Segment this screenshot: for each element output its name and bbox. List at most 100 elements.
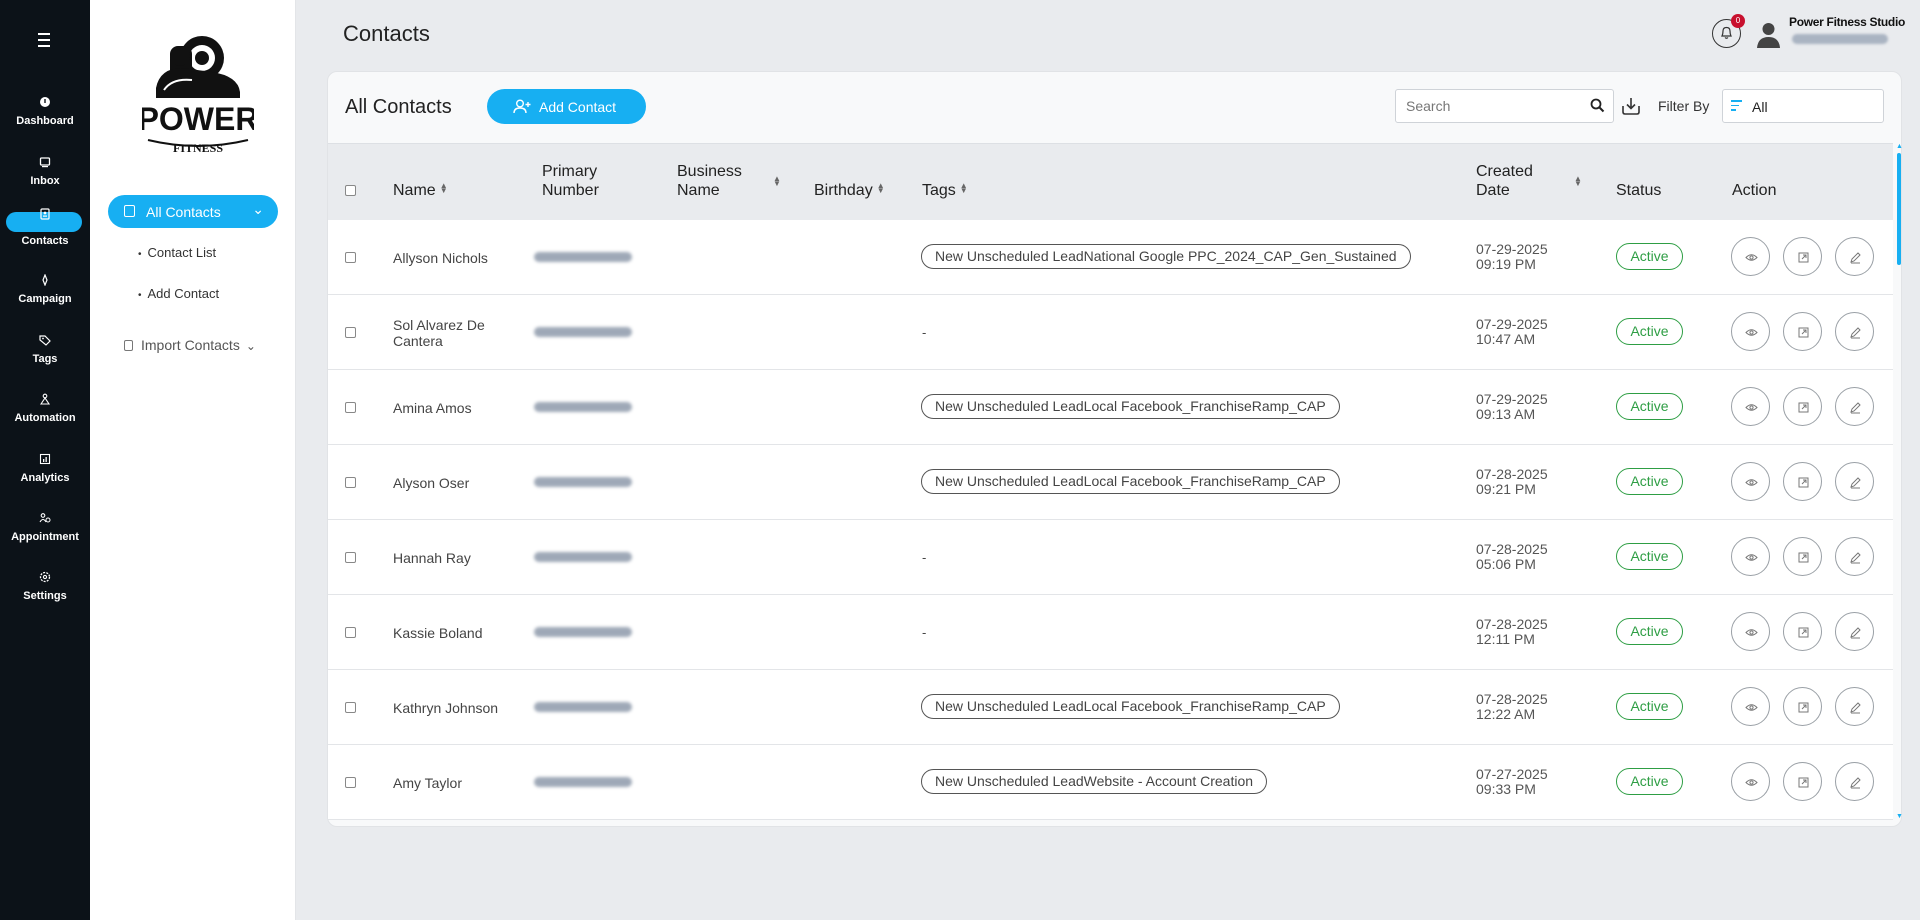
import-contacts-menu[interactable]: Import Contacts ⌄ — [124, 337, 256, 353]
user-avatar-icon[interactable] — [1756, 21, 1781, 49]
table-row[interactable]: Amina Amos New Unscheduled LeadLocal Fac… — [328, 370, 1893, 445]
column-header-business-name[interactable]: Business Name — [677, 162, 742, 200]
nav-item-appointment[interactable]: Appointment — [6, 508, 84, 554]
sort-icon[interactable]: ▲ ▼ — [773, 175, 781, 188]
view-button[interactable] — [1731, 537, 1770, 576]
column-header-tags[interactable]: Tags ▲ ▼ — [922, 181, 968, 200]
row-checkbox[interactable] — [345, 402, 356, 413]
nav-item-tags[interactable]: Tags — [6, 330, 84, 376]
nav-item-analytics[interactable]: Analytics — [6, 449, 84, 495]
add-contact-button[interactable]: Add Contact — [487, 89, 646, 124]
edit-button[interactable] — [1835, 612, 1874, 651]
row-checkbox[interactable] — [345, 252, 356, 263]
add-contact-link[interactable]: Add Contact — [138, 286, 220, 301]
nav-label: Appointment — [11, 531, 79, 543]
edit-button[interactable] — [1835, 687, 1874, 726]
status-badge: Active — [1616, 243, 1683, 270]
row-checkbox[interactable] — [345, 477, 356, 488]
table-row[interactable]: Allyson Nichols New Unscheduled LeadNati… — [328, 220, 1893, 295]
contact-name[interactable]: Sol Alvarez De Cantera — [393, 317, 485, 349]
row-checkbox[interactable] — [345, 552, 356, 563]
created-date: 07-29-2025 10:47 AM — [1476, 316, 1548, 347]
contact-name[interactable]: Kassie Boland — [393, 625, 483, 641]
open-button[interactable] — [1783, 312, 1822, 351]
contact-name[interactable]: Hannah Ray — [393, 550, 471, 566]
edit-button[interactable] — [1835, 462, 1874, 501]
contacts-subnav: POWER FITNESS All Contacts ⌄ Contact Lis… — [90, 0, 296, 920]
table-scrollbar[interactable]: ▲ ▼ — [1896, 143, 1903, 823]
table-row[interactable]: Kathryn Johnson New Unscheduled LeadLoca… — [328, 670, 1893, 745]
automation-icon — [39, 393, 51, 405]
column-header-birthday[interactable]: Birthday ▲ ▼ — [814, 181, 885, 200]
select-all-checkbox[interactable] — [345, 185, 356, 196]
contact-name[interactable]: Allyson Nichols — [393, 250, 488, 266]
open-button[interactable] — [1783, 387, 1822, 426]
edit-button[interactable] — [1835, 762, 1874, 801]
nav-item-contacts[interactable]: Contacts — [6, 204, 84, 250]
view-button[interactable] — [1731, 762, 1770, 801]
column-header-name[interactable]: Name ▲ ▼ — [393, 181, 448, 200]
edit-button[interactable] — [1835, 312, 1874, 351]
menu-toggle-icon[interactable] — [33, 33, 55, 51]
nav-item-dashboard[interactable]: Dashboard — [6, 92, 84, 138]
contact-name[interactable]: Kathryn Johnson — [393, 700, 498, 716]
open-button[interactable] — [1783, 762, 1822, 801]
pencil-icon — [1850, 552, 1861, 564]
open-button[interactable] — [1783, 537, 1822, 576]
contact-name[interactable]: Amy Taylor — [393, 775, 462, 791]
view-button[interactable] — [1731, 462, 1770, 501]
all-contacts-menu[interactable]: All Contacts ⌄ — [108, 195, 278, 228]
add-contact-label: Add Contact — [539, 99, 617, 115]
contact-name[interactable]: Amina Amos — [393, 400, 472, 416]
nav-item-campaign[interactable]: Campaign — [6, 270, 84, 316]
open-button[interactable] — [1783, 462, 1822, 501]
open-button[interactable] — [1783, 612, 1822, 651]
edit-button[interactable] — [1835, 237, 1874, 276]
view-button[interactable] — [1731, 387, 1770, 426]
edit-button[interactable] — [1835, 537, 1874, 576]
scroll-down-arrow-icon[interactable]: ▼ — [1896, 813, 1903, 820]
edit-button[interactable] — [1835, 387, 1874, 426]
open-button[interactable] — [1783, 687, 1822, 726]
pencil-icon — [1850, 402, 1861, 414]
contact-list-link[interactable]: Contact List — [138, 245, 217, 260]
nav-item-inbox[interactable]: Inbox — [6, 152, 84, 198]
main-navigation: Dashboard Inbox Contacts Campaign Tags A… — [0, 0, 90, 920]
created-date: 07-28-2025 12:11 PM — [1476, 616, 1548, 647]
open-button[interactable] — [1783, 237, 1822, 276]
scrollbar-thumb[interactable] — [1897, 153, 1901, 265]
nav-item-automation[interactable]: Automation — [6, 389, 84, 435]
tag-chip: New Unscheduled LeadLocal Facebook_Franc… — [921, 394, 1340, 419]
view-button[interactable] — [1731, 687, 1770, 726]
table-row[interactable]: Kassie Boland - 07-28-2025 12:11 PM Activ… — [328, 595, 1893, 670]
view-button[interactable] — [1731, 312, 1770, 351]
scroll-up-arrow-icon[interactable]: ▲ — [1896, 143, 1903, 150]
row-checkbox[interactable] — [345, 777, 356, 788]
download-icon[interactable] — [1621, 96, 1641, 121]
user-name[interactable]: Power Fitness Studio — [1789, 15, 1905, 29]
pencil-icon — [1850, 702, 1861, 714]
table-row[interactable]: Alyson Oser New Unscheduled LeadLocal Fa… — [328, 445, 1893, 520]
column-header-created-date[interactable]: Created Date — [1476, 162, 1533, 200]
search-icon[interactable] — [1590, 98, 1605, 118]
filter-select[interactable]: All — [1722, 89, 1884, 123]
svg-text:POWER: POWER — [142, 101, 254, 137]
view-button[interactable] — [1731, 237, 1770, 276]
table-row[interactable]: Amy Taylor New Unscheduled LeadWebsite -… — [328, 745, 1893, 820]
eye-icon — [1745, 554, 1758, 561]
table-row[interactable]: Hannah Ray - 07-28-2025 05:06 PM Active — [328, 520, 1893, 595]
sort-icon[interactable]: ▲ ▼ — [1574, 175, 1582, 188]
nav-item-settings[interactable]: Settings — [6, 567, 84, 613]
notification-count-badge: 0 — [1731, 14, 1745, 28]
table-row[interactable]: Sol Alvarez De Cantera - 07-29-2025 10:47 … — [328, 295, 1893, 370]
row-checkbox[interactable] — [345, 627, 356, 638]
sort-icon: ▲ ▼ — [876, 181, 885, 195]
nav-label: Dashboard — [16, 115, 74, 127]
row-checkbox[interactable] — [345, 702, 356, 713]
view-button[interactable] — [1731, 612, 1770, 651]
search-input[interactable] — [1406, 98, 1586, 114]
open-external-icon — [1798, 702, 1809, 713]
pencil-icon — [1850, 477, 1861, 489]
row-checkbox[interactable] — [345, 327, 356, 338]
contact-name[interactable]: Alyson Oser — [393, 475, 469, 491]
